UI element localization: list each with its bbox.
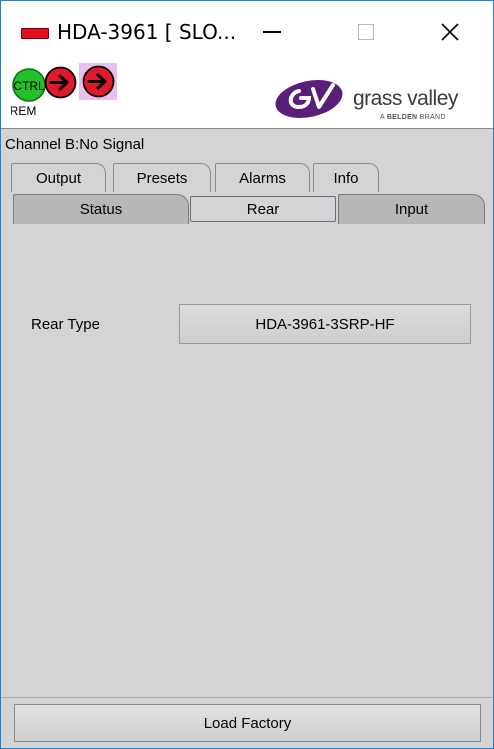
minimize-button[interactable] <box>243 1 301 63</box>
tab-rear[interactable]: Rear <box>190 196 336 222</box>
maximize-icon <box>358 24 374 40</box>
logo-tagline: A BELDEN BRAND <box>380 114 446 121</box>
load-factory-button[interactable]: Load Factory <box>14 704 481 742</box>
arrow-right-icon <box>82 65 114 98</box>
maximize-button[interactable] <box>337 1 395 63</box>
window-title: HDA-3961 [ SLO... <box>57 20 237 44</box>
minimize-icon <box>263 31 281 33</box>
tab-info[interactable]: Info <box>313 163 379 192</box>
logo-wordmark: grass valley <box>353 87 458 110</box>
ctrl-rem-icon[interactable]: CTRL REM <box>11 67 47 117</box>
tab-bar-upper: Output Presets Alarms Info <box>1 159 493 192</box>
close-button[interactable] <box>421 1 479 63</box>
tab-presets[interactable]: Presets <box>113 163 211 192</box>
arrow-right-icon[interactable] <box>44 66 77 99</box>
rear-type-value: HDA-3961-3SRP-HF <box>179 304 471 344</box>
channel-status: Channel B:No Signal <box>1 129 493 157</box>
arrow-highlight[interactable] <box>79 63 117 100</box>
card-icon <box>21 28 49 39</box>
tab-alarms[interactable]: Alarms <box>215 163 310 192</box>
tab-bar-lower: Status Rear Input <box>1 192 493 225</box>
ctrl-label: CTRL <box>13 79 45 93</box>
rear-panel <box>1 225 493 695</box>
close-icon <box>441 23 459 41</box>
application-window: HDA-3961 [ SLO... CTRL REM grass valley … <box>0 0 494 749</box>
tab-input[interactable]: Input <box>338 194 485 224</box>
tab-status[interactable]: Status <box>13 194 189 224</box>
tab-output[interactable]: Output <box>11 163 106 192</box>
footer-divider <box>1 697 493 698</box>
title-bar[interactable]: HDA-3961 [ SLO... <box>1 1 493 63</box>
rem-label: REM <box>11 104 36 117</box>
rear-type-label: Rear Type <box>31 316 100 333</box>
